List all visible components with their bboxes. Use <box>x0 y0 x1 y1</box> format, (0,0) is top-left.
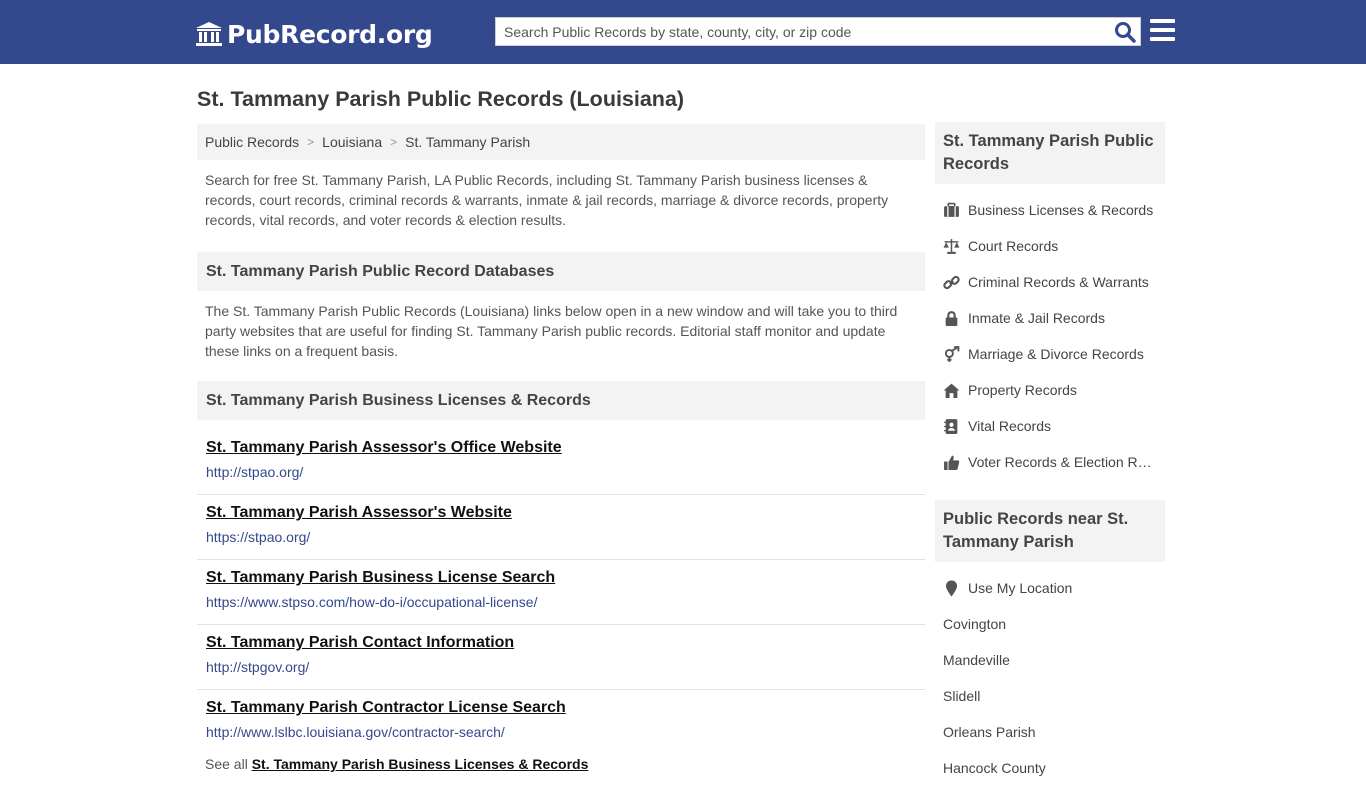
breadcrumb-louisiana[interactable]: Louisiana <box>322 134 382 150</box>
record-link-url: https://www.stpso.com/how-do-i/occupatio… <box>206 594 538 610</box>
databases-text: The St. Tammany Parish Public Records (L… <box>205 303 898 359</box>
sidebar-item-marriage[interactable]: Marriage & Divorce Records <box>935 336 1165 372</box>
search-icon[interactable] <box>1114 21 1136 43</box>
logo-text: PubRecord.org <box>227 19 433 49</box>
sidebar-item-label: Business Licenses & Records <box>968 202 1154 218</box>
nearby-item[interactable]: Orleans Parish <box>935 714 1165 750</box>
map-marker-icon <box>945 580 958 596</box>
nearby-list: Use My Location Covington Mandeville Sli… <box>935 562 1165 786</box>
sidebar-item-label: Vital Records <box>968 418 1052 434</box>
search-input[interactable] <box>496 18 1106 45</box>
record-link-url: https://stpao.org/ <box>206 529 311 545</box>
use-my-location-label: Use My Location <box>968 580 1073 596</box>
business-links-list: St. Tammany Parish Assessor's Office Web… <box>197 430 925 755</box>
main-content: Public Records > Louisiana > St. Tammany… <box>197 124 925 773</box>
address-book-icon <box>944 418 958 434</box>
record-link-title[interactable]: St. Tammany Parish Assessor's Website <box>206 503 916 523</box>
record-link-url: http://www.lslbc.louisiana.gov/contracto… <box>206 724 505 740</box>
databases-heading: St. Tammany Parish Public Record Databas… <box>197 252 925 291</box>
page-title: St. Tammany Parish Public Records (Louis… <box>197 87 685 111</box>
sidebar-item-label: Voter Records & Election Results <box>968 454 1158 470</box>
business-heading: St. Tammany Parish Business Licenses & R… <box>197 381 925 420</box>
list-item: St. Tammany Parish Assessor's Website ht… <box>197 495 925 560</box>
home-icon <box>943 383 960 398</box>
sidebar-category-list: Business Licenses & Records Court Record… <box>935 184 1165 480</box>
sidebar-item-label: Property Records <box>968 382 1077 398</box>
list-item: St. Tammany Parish Contractor License Se… <box>197 690 925 755</box>
sidebar-item-label: Criminal Records & Warrants <box>968 274 1149 290</box>
breadcrumb-separator: > <box>390 135 398 149</box>
sidebar-item-property[interactable]: Property Records <box>935 372 1165 408</box>
breadcrumb-separator: > <box>307 135 315 149</box>
record-link-url: http://stpao.org/ <box>206 464 304 480</box>
sidebar-item-voter[interactable]: Voter Records & Election Results <box>935 444 1165 480</box>
site-logo[interactable]: PubRecord.org <box>195 18 433 50</box>
list-item: St. Tammany Parish Assessor's Office Web… <box>197 430 925 495</box>
sidebar-item-criminal[interactable]: Criminal Records & Warrants <box>935 264 1165 300</box>
nearby-item[interactable]: Slidell <box>935 678 1165 714</box>
sidebar-item-court[interactable]: Court Records <box>935 228 1165 264</box>
breadcrumb: Public Records > Louisiana > St. Tammany… <box>197 124 925 160</box>
hamburger-menu-icon[interactable] <box>1150 19 1175 41</box>
record-link-url: http://stpgov.org/ <box>206 659 310 675</box>
lock-icon <box>945 310 958 326</box>
intro-text: Search for free St. Tammany Parish, LA P… <box>205 172 889 228</box>
see-all-row: See all St. Tammany Parish Business Lice… <box>197 755 925 773</box>
breadcrumb-public-records[interactable]: Public Records <box>205 134 299 150</box>
see-all-link[interactable]: St. Tammany Parish Business Licenses & R… <box>252 756 589 772</box>
top-navbar: PubRecord.org <box>0 0 1366 64</box>
record-link-title[interactable]: St. Tammany Parish Contractor License Se… <box>206 698 916 718</box>
venus-mars-icon <box>944 345 960 362</box>
list-item: St. Tammany Parish Contact Information h… <box>197 625 925 690</box>
sidebar-item-inmate[interactable]: Inmate & Jail Records <box>935 300 1165 336</box>
near-heading: Public Records near St. Tammany Parish <box>935 500 1165 562</box>
search-box <box>495 17 1141 46</box>
nearby-item[interactable]: Hancock County <box>935 750 1165 786</box>
sidebar-item-label: Marriage & Divorce Records <box>968 346 1144 362</box>
list-item: St. Tammany Parish Business License Sear… <box>197 560 925 625</box>
record-link-title[interactable]: St. Tammany Parish Assessor's Office Web… <box>206 438 916 458</box>
use-my-location-link[interactable]: Use My Location <box>935 570 1165 606</box>
courthouse-icon <box>196 22 222 46</box>
sidebar-item-business[interactable]: Business Licenses & Records <box>935 192 1165 228</box>
record-link-title[interactable]: St. Tammany Parish Business License Sear… <box>206 568 916 588</box>
link-icon <box>943 275 960 289</box>
sidebar-heading: St. Tammany Parish Public Records <box>935 122 1165 184</box>
sidebar-item-label: Inmate & Jail Records <box>968 310 1105 326</box>
nearby-item[interactable]: Covington <box>935 606 1165 642</box>
see-all-prefix: See all <box>205 756 248 772</box>
scale-icon <box>943 238 960 254</box>
nearby-item[interactable]: Mandeville <box>935 642 1165 678</box>
sidebar: St. Tammany Parish Public Records Busine… <box>935 122 1165 786</box>
briefcase-icon <box>944 202 959 217</box>
sidebar-item-label: Court Records <box>968 238 1059 254</box>
record-link-title[interactable]: St. Tammany Parish Contact Information <box>206 633 916 653</box>
sidebar-item-vital[interactable]: Vital Records <box>935 408 1165 444</box>
breadcrumb-st-tammany-parish[interactable]: St. Tammany Parish <box>405 134 530 150</box>
thumbs-up-icon <box>944 455 960 470</box>
